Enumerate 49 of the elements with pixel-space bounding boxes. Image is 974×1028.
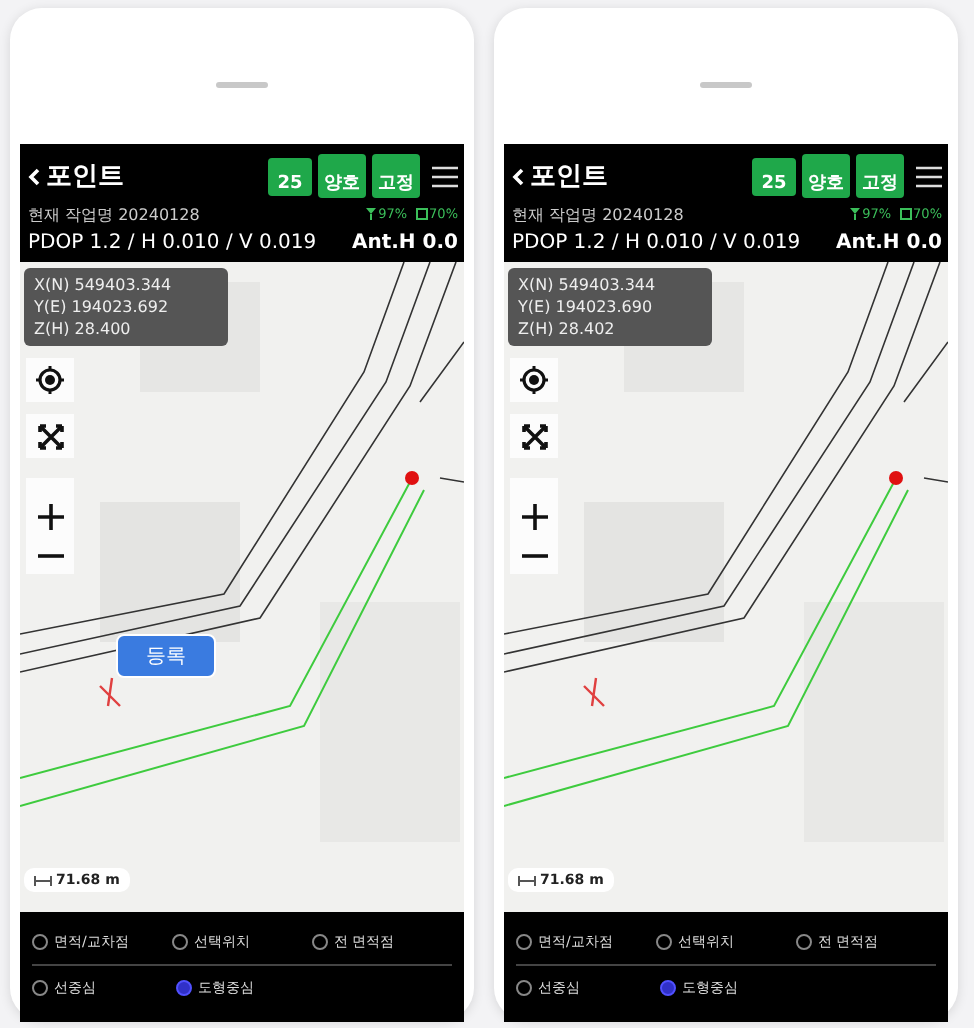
radio-button[interactable] [516, 934, 532, 950]
coordinate-text: X(N) 549403.344 [518, 274, 658, 296]
job-name: 현재 작업명 20240128 [28, 203, 202, 225]
coordinate-text: Z(H) 28.400 [34, 318, 133, 340]
locate-icon[interactable] [520, 366, 548, 394]
screen-title: 포인트 [46, 160, 124, 194]
scale-icon [34, 875, 52, 885]
radio-button[interactable] [176, 980, 192, 996]
radio-button[interactable] [32, 934, 48, 950]
job-name: 현재 작업명 20240128 [512, 203, 686, 225]
radio-button[interactable] [656, 934, 672, 950]
antenna-height-text: Ant.H 0.0 [351, 231, 458, 253]
accuracy-text: PDOP 1.2 / H 0.010 / V 0.019 [512, 231, 801, 253]
zoom-in-icon[interactable] [37, 503, 63, 529]
radio-button[interactable] [516, 980, 532, 996]
drag-handle[interactable] [216, 82, 268, 88]
battery-icon [415, 208, 428, 220]
zoom-in-icon[interactable] [521, 503, 547, 529]
radio-button[interactable] [796, 934, 812, 950]
status-badge: 양호 [318, 154, 366, 198]
status-badge: 25 [752, 157, 796, 195]
fit-extent-icon[interactable] [521, 423, 547, 449]
drag-handle[interactable] [700, 82, 752, 88]
coordinate-text: X(N) 549403.344 [34, 274, 174, 296]
accuracy-text: PDOP 1.2 / H 0.010 / V 0.019 [28, 231, 317, 253]
antenna-height-text: Ant.H 0.0 [835, 231, 942, 253]
status-badge: 25 [268, 157, 312, 195]
radio-button[interactable] [172, 934, 188, 950]
back-icon[interactable] [28, 167, 40, 185]
signal-icon [850, 208, 861, 220]
coordinate-text: Z(H) 28.402 [518, 318, 617, 340]
signal-icon [366, 208, 377, 220]
fit-extent-icon[interactable] [37, 423, 63, 449]
radio-button[interactable] [32, 980, 48, 996]
status-badge: 양호 [802, 154, 850, 198]
menu-icon[interactable] [432, 165, 458, 187]
status-badge: 고정 [372, 154, 420, 198]
register-button[interactable]: 등록 [116, 634, 216, 678]
status-badge: 고정 [856, 154, 904, 198]
back-icon[interactable] [512, 167, 524, 185]
scale-icon [518, 875, 536, 885]
radio-button[interactable] [660, 980, 676, 996]
menu-icon[interactable] [916, 165, 942, 187]
radio-button[interactable] [312, 934, 328, 950]
battery-icon [899, 208, 912, 220]
screen-title: 포인트 [530, 160, 608, 194]
coordinate-text: Y(E) 194023.690 [518, 296, 655, 318]
locate-icon[interactable] [36, 366, 64, 394]
coordinate-text: Y(E) 194023.692 [34, 296, 171, 318]
